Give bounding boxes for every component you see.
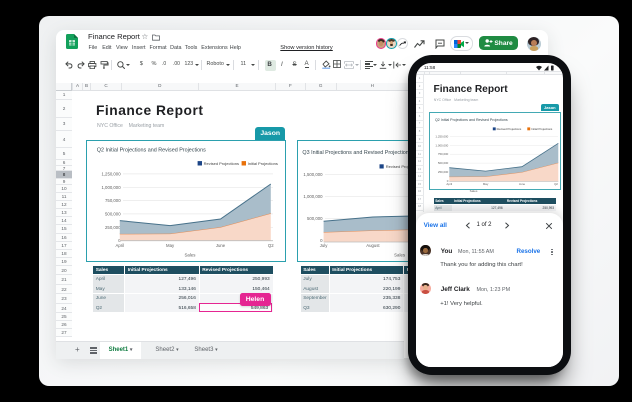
svg-text:May: May — [483, 182, 489, 186]
svg-text:1,000,000: 1,000,000 — [102, 185, 122, 190]
svg-text:1,000,000: 1,000,000 — [435, 143, 448, 147]
svg-text:1,000,000: 1,000,000 — [304, 194, 324, 199]
svg-text:Revised Projections: Revised Projections — [496, 127, 521, 131]
svg-text:Q2 Initial Projections and Rev: Q2 Initial Projections and Revised Proje… — [97, 147, 206, 153]
svg-text:Q2: Q2 — [554, 182, 558, 186]
svg-text:Initial Projections: Initial Projections — [531, 127, 553, 131]
svg-text:Q3 Initial Projections and Rev: Q3 Initial Projections and Revised Proje… — [303, 150, 412, 156]
svg-text:Q2: Q2 — [268, 242, 274, 247]
svg-text:500,000: 500,000 — [105, 211, 121, 216]
svg-text:250,000: 250,000 — [438, 170, 449, 174]
svg-text:Sales: Sales — [394, 252, 406, 257]
svg-text:1,500,000: 1,500,000 — [304, 172, 324, 177]
svg-text:750,000: 750,000 — [438, 152, 449, 156]
svg-text:250,000: 250,000 — [105, 225, 121, 230]
svg-text:500,000: 500,000 — [438, 161, 449, 165]
svg-text:August: August — [367, 242, 381, 247]
svg-text:Revised Projections: Revised Projections — [204, 161, 239, 166]
svg-text:July: July — [320, 242, 328, 247]
svg-text:April: April — [116, 242, 125, 247]
svg-text:April: April — [446, 182, 452, 186]
svg-text:1,250,000: 1,250,000 — [435, 134, 448, 138]
svg-text:750,000: 750,000 — [105, 198, 121, 203]
svg-text:Sales: Sales — [185, 252, 197, 257]
svg-text:May: May — [166, 242, 175, 247]
svg-text:June: June — [216, 242, 226, 247]
svg-text:Q2 Initial Projections and Rev: Q2 Initial Projections and Revised Proje… — [435, 118, 508, 122]
svg-text:Initial Projections: Initial Projections — [248, 161, 278, 166]
svg-text:500,000: 500,000 — [307, 216, 323, 221]
svg-text:1,250,000: 1,250,000 — [102, 171, 122, 176]
svg-text:June: June — [519, 182, 526, 186]
